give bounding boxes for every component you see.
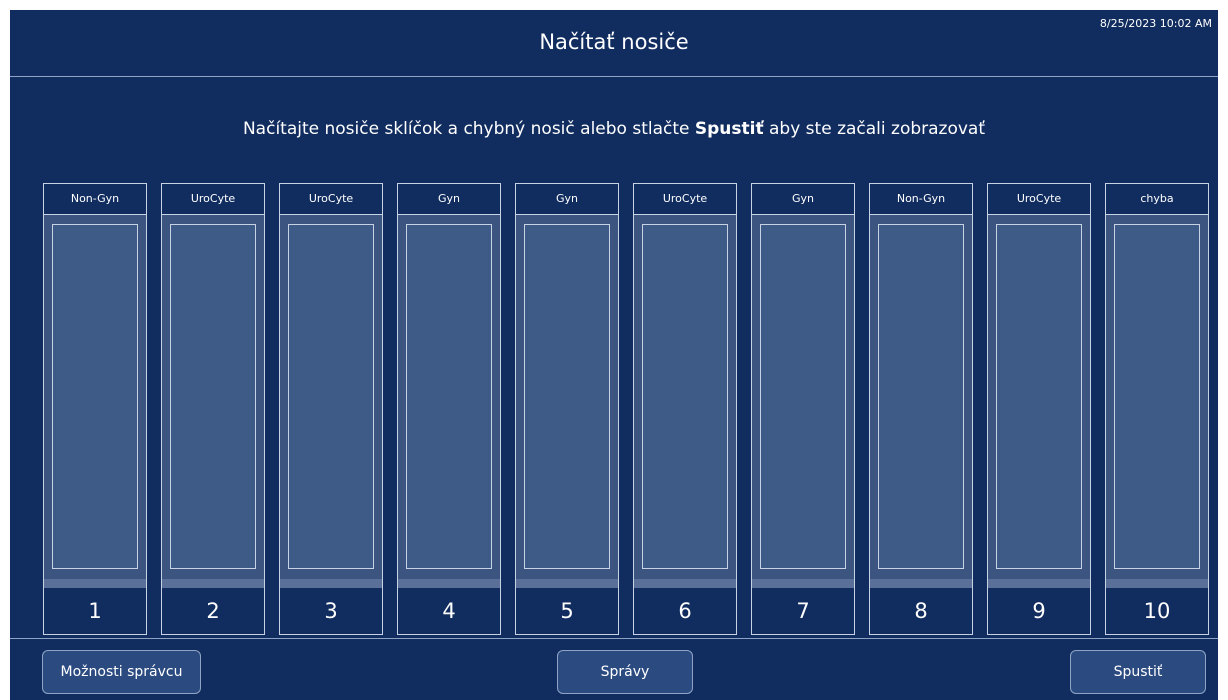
- instruction-text-bold: Spustiť: [694, 119, 764, 139]
- rack-type-label: UroCyte: [280, 184, 382, 215]
- rack-number: 5: [516, 588, 618, 634]
- rack-number: 7: [752, 588, 854, 634]
- instruction-text: Načítajte nosiče sklíčok a chybný nosič …: [10, 119, 1218, 139]
- rack-number: 1: [44, 588, 146, 634]
- rack-number: 10: [1106, 588, 1208, 634]
- instruction-text-before: Načítajte nosiče sklíčok a chybný nosič …: [242, 119, 695, 139]
- start-button[interactable]: Spustiť: [1070, 650, 1206, 694]
- rack-slide-area: [170, 224, 256, 569]
- rack-number: 8: [870, 588, 972, 634]
- rack-number: 6: [634, 588, 736, 634]
- rack-slot-1[interactable]: Non-Gyn 1: [43, 183, 147, 635]
- rack-type-label: chyba: [1106, 184, 1208, 215]
- rack-number: 9: [988, 588, 1090, 634]
- rack-slot-6[interactable]: UroCyte 6: [633, 183, 737, 635]
- rack-slide-area: [406, 224, 492, 569]
- rack-type-label: Non-Gyn: [870, 184, 972, 215]
- page-title: Načítať nosiče: [539, 30, 689, 54]
- rack-type-label: Gyn: [752, 184, 854, 215]
- rack-number: 3: [280, 588, 382, 634]
- rack-slide-area: [52, 224, 138, 569]
- rack-slot-2[interactable]: UroCyte 2: [161, 183, 265, 635]
- load-racks-screen: Načítať nosiče 8/25/2023 10:02 AM Načíta…: [10, 10, 1218, 700]
- rack-slide-area: [642, 224, 728, 569]
- rack-slot-9[interactable]: UroCyte 9: [987, 183, 1091, 635]
- rack-slide-area: [1114, 224, 1200, 569]
- footer-divider: [10, 638, 1218, 639]
- rack-number: 2: [162, 588, 264, 634]
- rack-type-label: Gyn: [516, 184, 618, 215]
- rack-list: Non-Gyn 1 UroCyte 2 UroCyte 3 Gyn 4 Gyn: [10, 183, 1218, 637]
- rack-slide-area: [524, 224, 610, 569]
- rack-slot-10[interactable]: chyba 10: [1105, 183, 1209, 635]
- rack-slot-5[interactable]: Gyn 5: [515, 183, 619, 635]
- rack-type-label: UroCyte: [634, 184, 736, 215]
- rack-number: 4: [398, 588, 500, 634]
- rack-slide-area: [760, 224, 846, 569]
- rack-slide-area: [996, 224, 1082, 569]
- rack-type-label: UroCyte: [162, 184, 264, 215]
- rack-type-label: Gyn: [398, 184, 500, 215]
- header-bar: Načítať nosiče 8/25/2023 10:02 AM: [10, 10, 1218, 77]
- rack-type-label: UroCyte: [988, 184, 1090, 215]
- instruction-text-after: aby ste začali zobrazovať: [763, 119, 986, 139]
- admin-options-button[interactable]: Možnosti správcu: [42, 650, 201, 694]
- messages-button[interactable]: Správy: [557, 650, 693, 694]
- rack-slot-8[interactable]: Non-Gyn 8: [869, 183, 973, 635]
- datetime-display: 8/25/2023 10:02 AM: [1099, 17, 1212, 30]
- rack-type-label: Non-Gyn: [44, 184, 146, 215]
- rack-slide-area: [878, 224, 964, 569]
- rack-slot-3[interactable]: UroCyte 3: [279, 183, 383, 635]
- rack-slot-4[interactable]: Gyn 4: [397, 183, 501, 635]
- rack-slide-area: [288, 224, 374, 569]
- rack-slot-7[interactable]: Gyn 7: [751, 183, 855, 635]
